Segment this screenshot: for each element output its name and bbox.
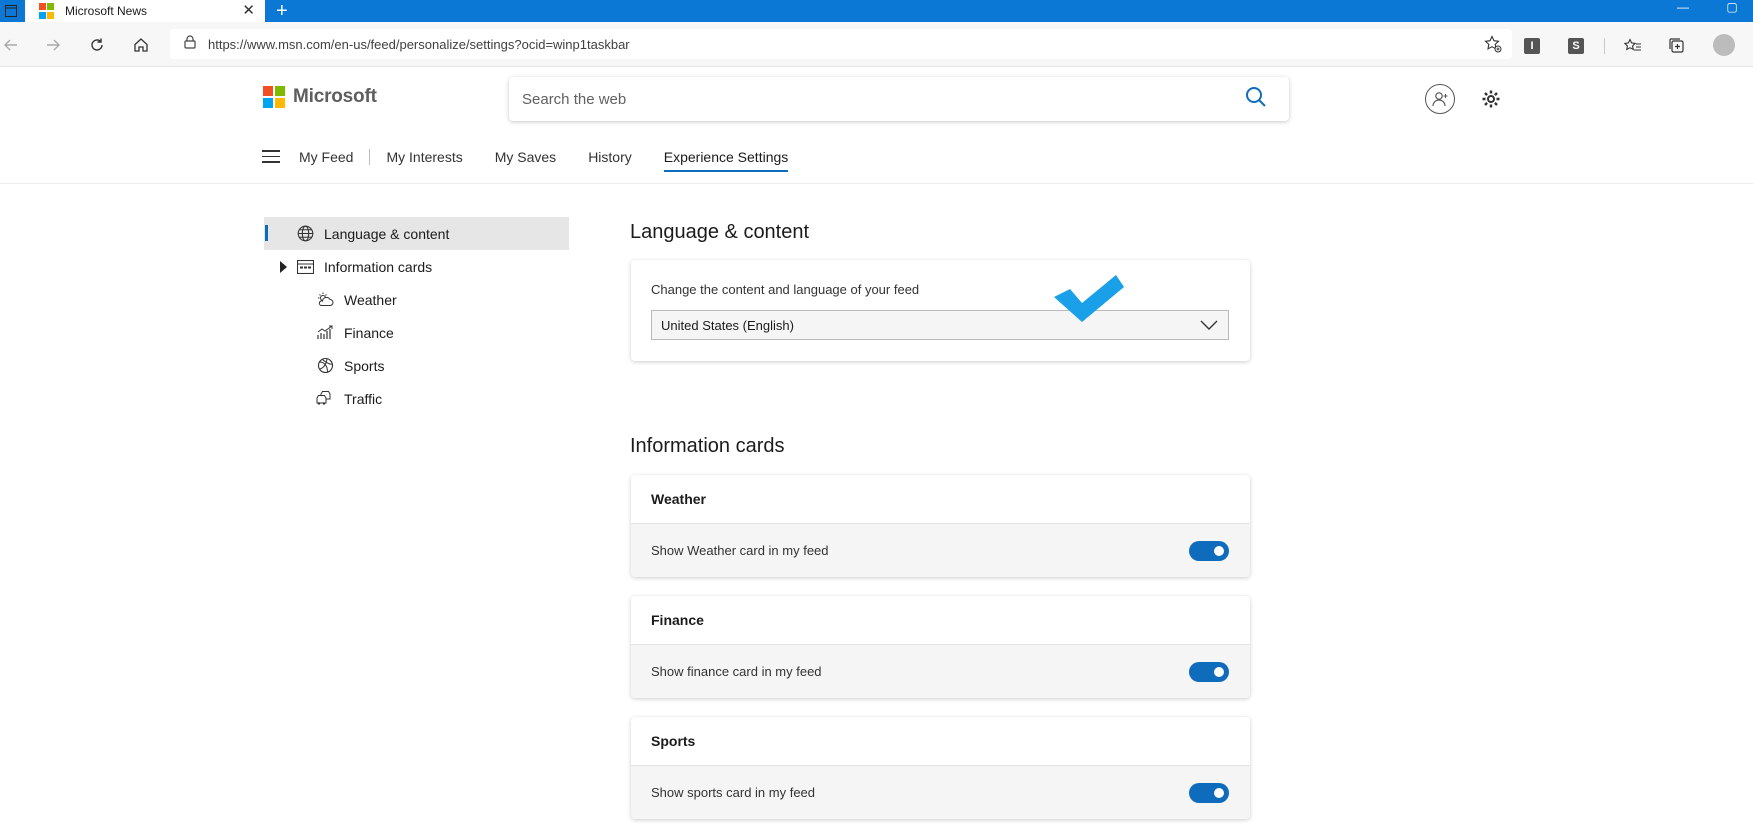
tab-actions-icon[interactable] bbox=[0, 0, 22, 22]
sidebar-item-information-cards[interactable]: Information cards bbox=[264, 250, 569, 283]
card-title: Weather bbox=[631, 475, 1250, 524]
extension-s-icon[interactable]: S bbox=[1568, 38, 1584, 54]
tab-my-saves[interactable]: My Saves bbox=[495, 146, 556, 168]
lock-icon[interactable] bbox=[184, 34, 196, 54]
close-tab-icon[interactable]: ✕ bbox=[242, 3, 255, 18]
tab-history[interactable]: History bbox=[588, 146, 632, 168]
collections-icon[interactable] bbox=[1666, 35, 1688, 57]
finance-card: Finance Show finance card in my feed bbox=[631, 596, 1250, 698]
refresh-icon[interactable] bbox=[86, 34, 108, 56]
sports-card: Sports Show sports card in my feed bbox=[631, 717, 1250, 819]
header-divider bbox=[0, 183, 1753, 184]
sidebar-item-label: Finance bbox=[344, 324, 394, 341]
tab-experience-settings[interactable]: Experience Settings bbox=[663, 146, 788, 172]
tab-title: Microsoft News bbox=[65, 4, 148, 18]
settings-gear-icon[interactable] bbox=[1480, 88, 1502, 110]
sidebar-item-traffic[interactable]: Traffic bbox=[264, 382, 569, 415]
browser-profile-avatar[interactable] bbox=[1713, 34, 1735, 56]
maximize-icon[interactable]: ▢ bbox=[1712, 0, 1752, 14]
microsoft-logo-icon bbox=[263, 86, 285, 108]
sidebar-item-label: Language & content bbox=[324, 225, 450, 242]
search-icon[interactable] bbox=[1245, 86, 1267, 113]
toolbar-divider bbox=[1604, 38, 1605, 54]
chevron-down-icon bbox=[1200, 318, 1218, 333]
account-icon[interactable] bbox=[1425, 84, 1455, 114]
language-dropdown[interactable]: United States (English) bbox=[651, 310, 1229, 340]
finance-card-toggle[interactable] bbox=[1189, 662, 1229, 682]
tab-my-feed[interactable]: My Feed bbox=[299, 146, 353, 168]
globe-icon bbox=[296, 225, 314, 243]
web-search-box[interactable]: Search the web bbox=[509, 77, 1289, 121]
tab-my-interests[interactable]: My Interests bbox=[386, 146, 462, 168]
finance-icon bbox=[316, 324, 334, 342]
add-favorite-icon[interactable] bbox=[1484, 35, 1502, 58]
address-bar[interactable]: https://www.msn.com/en-us/feed/personali… bbox=[170, 29, 1512, 59]
language-label: Change the content and language of your … bbox=[651, 282, 920, 297]
minimize-icon[interactable]: — bbox=[1663, 0, 1703, 14]
expand-arrow-icon[interactable] bbox=[280, 261, 287, 273]
feed-nav-tabs: My Feed My Interests My Saves History Ex… bbox=[299, 146, 820, 172]
sidebar-item-finance[interactable]: Finance bbox=[264, 316, 569, 349]
tab-divider bbox=[369, 149, 371, 165]
card-title: Finance bbox=[631, 596, 1250, 645]
toggle-label: Show finance card in my feed bbox=[651, 664, 822, 679]
hamburger-menu-icon[interactable] bbox=[262, 150, 280, 164]
sidebar-item-language-content[interactable]: Language & content bbox=[264, 217, 569, 250]
sidebar-item-label: Information cards bbox=[324, 258, 433, 275]
weather-card-toggle[interactable] bbox=[1189, 541, 1229, 561]
title-bar: Microsoft News ✕ + — ▢ bbox=[0, 0, 1753, 22]
traffic-icon bbox=[316, 390, 334, 408]
browser-toolbar: https://www.msn.com/en-us/feed/personali… bbox=[0, 22, 1753, 67]
card-toggle-row: Show sports card in my feed bbox=[631, 766, 1250, 819]
weather-card: Weather Show Weather card in my feed bbox=[631, 475, 1250, 577]
sidebar-item-label: Sports bbox=[344, 357, 385, 374]
language-card: Change the content and language of your … bbox=[631, 260, 1250, 361]
browser-tab[interactable]: Microsoft News ✕ bbox=[25, 0, 265, 22]
back-icon[interactable] bbox=[0, 34, 22, 56]
new-tab-icon[interactable]: + bbox=[276, 0, 288, 22]
card-toggle-row: Show finance card in my feed bbox=[631, 645, 1250, 698]
sidebar-item-sports[interactable]: Sports bbox=[264, 349, 569, 382]
search-input[interactable]: Search the web bbox=[522, 91, 1245, 108]
microsoft-favicon-icon bbox=[39, 3, 55, 19]
sidebar-item-weather[interactable]: Weather bbox=[264, 283, 569, 316]
settings-sidebar: Language & content Information cards Wea… bbox=[264, 217, 569, 415]
brand-name: Microsoft bbox=[293, 86, 377, 107]
url-text: https://www.msn.com/en-us/feed/personali… bbox=[208, 36, 630, 52]
checkmark-icon bbox=[1052, 275, 1126, 328]
extension-i-icon[interactable]: I bbox=[1524, 38, 1540, 54]
information-cards-title: Information cards bbox=[630, 435, 785, 457]
toggle-label: Show sports card in my feed bbox=[651, 785, 816, 800]
forward-icon[interactable] bbox=[42, 34, 64, 56]
card-toggle-row: Show Weather card in my feed bbox=[631, 524, 1250, 577]
sidebar-item-label: Weather bbox=[344, 291, 397, 308]
sidebar-item-label: Traffic bbox=[344, 390, 383, 407]
home-icon[interactable] bbox=[130, 34, 152, 56]
microsoft-logo[interactable]: Microsoft bbox=[263, 86, 377, 108]
language-section-title: Language & content bbox=[630, 221, 810, 243]
sports-card-toggle[interactable] bbox=[1189, 783, 1229, 803]
sports-icon bbox=[316, 357, 334, 375]
card-title: Sports bbox=[631, 717, 1250, 766]
weather-icon bbox=[316, 291, 334, 309]
favorites-icon[interactable] bbox=[1622, 35, 1644, 57]
cards-icon bbox=[296, 258, 314, 276]
toggle-label: Show Weather card in my feed bbox=[651, 543, 829, 558]
